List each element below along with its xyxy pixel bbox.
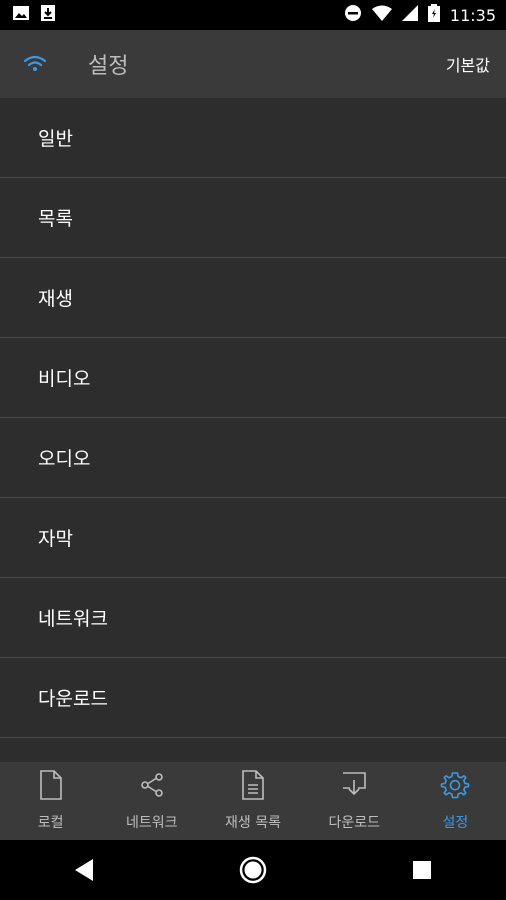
wifi-icon[interactable]	[22, 51, 48, 77]
settings-item-playback[interactable]: 재생	[0, 258, 506, 338]
settings-item-download[interactable]: 다운로드	[0, 658, 506, 738]
bottom-nav: 로컬 네트워크 재생 목록 다운로드 설정	[0, 762, 506, 840]
system-nav-bar	[0, 840, 506, 900]
app-bar: 설정 기본값	[0, 30, 506, 98]
gear-icon	[440, 770, 470, 812]
nav-label-settings: 설정	[442, 815, 469, 831]
nav-label-download: 다운로드	[328, 815, 380, 831]
nav-item-local[interactable]: 로컬	[0, 762, 101, 840]
nav-item-download[interactable]: 다운로드	[304, 762, 405, 840]
nav-item-network[interactable]: 네트워크	[101, 762, 202, 840]
nav-label-network: 네트워크	[126, 815, 178, 831]
download-icon	[40, 4, 56, 26]
default-button[interactable]: 기본값	[446, 52, 490, 76]
status-bar: 11:35	[0, 0, 506, 30]
file-icon	[39, 770, 63, 812]
home-button[interactable]	[223, 840, 283, 900]
settings-item-video[interactable]: 비디오	[0, 338, 506, 418]
playlist-icon	[241, 770, 265, 812]
settings-item-list[interactable]: 목록	[0, 178, 506, 258]
status-time: 11:35	[449, 5, 496, 25]
download-tray-icon	[341, 770, 367, 812]
recents-button[interactable]	[392, 840, 452, 900]
nav-item-playlist[interactable]: 재생 목록	[202, 762, 303, 840]
status-left	[0, 4, 56, 26]
page-title: 설정	[88, 54, 129, 79]
share-icon	[139, 770, 165, 812]
wifi-icon	[371, 5, 392, 25]
image-icon	[12, 4, 30, 26]
nav-item-settings[interactable]: 설정	[405, 762, 506, 840]
signal-icon	[401, 5, 418, 25]
back-button[interactable]	[54, 840, 114, 900]
settings-item-general[interactable]: 일반	[0, 98, 506, 178]
status-right: 11:35	[344, 4, 506, 26]
settings-list: 일반 목록 재생 비디오 오디오 자막 네트워크 다운로드	[0, 98, 506, 762]
do-not-disturb-icon	[344, 4, 362, 26]
nav-label-local: 로컬	[37, 815, 64, 831]
settings-item-audio[interactable]: 오디오	[0, 418, 506, 498]
settings-item-subtitle[interactable]: 자막	[0, 498, 506, 578]
settings-item-network[interactable]: 네트워크	[0, 578, 506, 658]
nav-label-playlist: 재생 목록	[225, 815, 281, 831]
battery-icon	[427, 4, 440, 26]
settings-item-partial[interactable]	[0, 738, 506, 762]
